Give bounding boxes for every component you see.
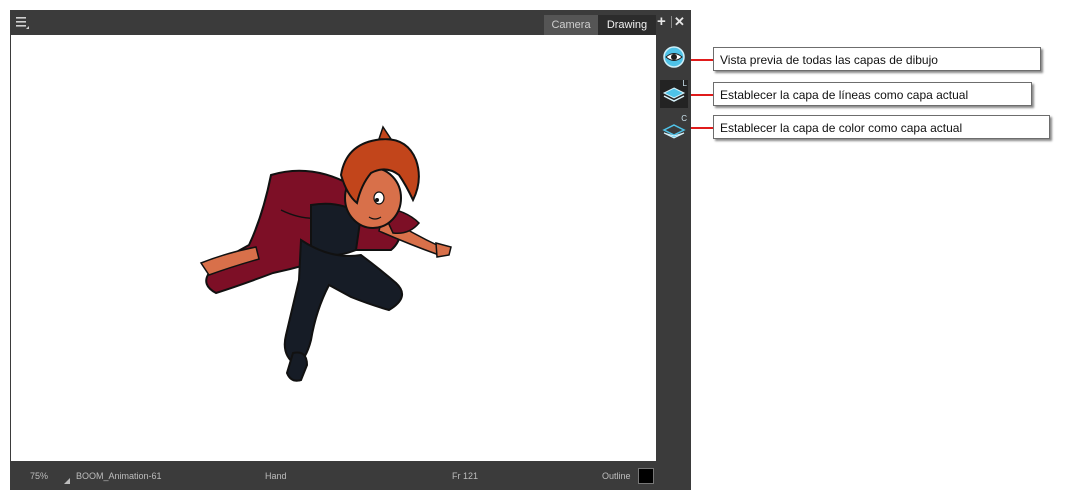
character-drawing	[199, 125, 452, 382]
drawing-layer-toolbar: L C	[657, 35, 691, 461]
color-layer-letter: C	[681, 114, 687, 123]
line-layer-button[interactable]: L	[660, 79, 688, 108]
tab-divider	[671, 16, 672, 28]
callout-leader-line	[691, 59, 713, 61]
callout-line-layer: Establecer la capa de líneas como capa a…	[713, 82, 1032, 106]
current-tool: Hand	[265, 471, 287, 481]
view-mode-label: Outline	[602, 471, 631, 481]
preview-all-layers-button[interactable]	[660, 43, 688, 71]
tab-drawing[interactable]: Drawing	[598, 15, 656, 35]
eye-shape	[373, 191, 385, 205]
drawing-canvas[interactable]	[11, 35, 656, 461]
right-hand-shape	[435, 242, 452, 258]
legs-shape	[283, 238, 404, 367]
line-layer-letter: L	[682, 79, 687, 88]
callout-leader-line	[691, 94, 713, 96]
callout-color-layer: Establecer la capa de color como capa ac…	[713, 115, 1050, 139]
eye-icon	[663, 46, 685, 68]
callout-leader-line	[691, 127, 713, 129]
plus-icon[interactable]: +	[657, 14, 671, 30]
tab-camera[interactable]: Camera	[544, 15, 598, 35]
outline-color-swatch[interactable]	[638, 468, 654, 484]
color-layer-button[interactable]: C	[660, 114, 688, 143]
pupil-shape	[375, 198, 379, 202]
hamburger-menu-icon[interactable]	[14, 14, 30, 30]
zoom-level[interactable]: 75%	[30, 471, 48, 481]
drawing-view-window: Camera Drawing + ✕ L C 75% BOOM_Animatio…	[10, 10, 691, 490]
frame-number: Fr 121	[452, 471, 479, 481]
status-bar: 75% BOOM_Animation-61 Hand Fr 121 Outlin…	[10, 461, 691, 490]
drawing-name: BOOM_Animation-61	[76, 471, 162, 481]
view-tab-bar: Camera Drawing + ✕	[10, 10, 691, 35]
dropdown-corner-icon	[64, 478, 70, 484]
close-icon[interactable]: ✕	[674, 14, 687, 30]
callout-preview-layers: Vista previa de todas las capas de dibuj…	[713, 47, 1041, 71]
hair-spike	[377, 125, 393, 140]
